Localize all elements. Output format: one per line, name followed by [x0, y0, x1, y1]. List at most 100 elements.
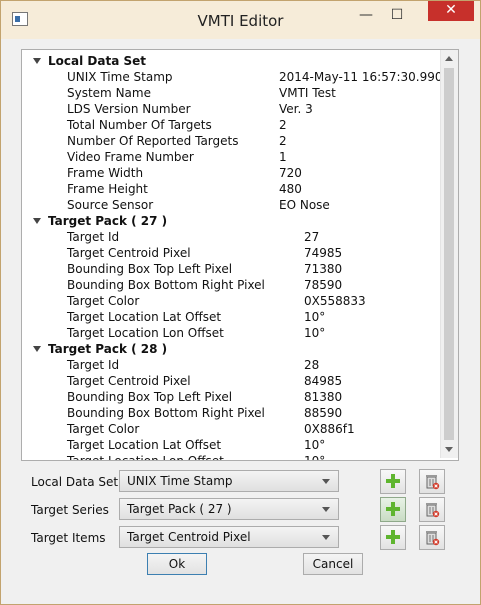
tree-row-value: 2	[279, 118, 287, 132]
title-bar: VMTI Editor — ☐ ✕	[1, 1, 480, 39]
target-series-selected: Target Pack ( 27 )	[127, 502, 232, 516]
close-button[interactable]: ✕	[428, 1, 474, 21]
tree-row-value: 2014-May-11 16:57:30.990	[279, 70, 443, 84]
tree-row-value: EO Nose	[279, 198, 330, 212]
tree-row-key: Target Color	[67, 422, 140, 436]
add-local-data-button[interactable]	[380, 469, 406, 494]
tree-row-value: 28	[304, 358, 320, 372]
tree-row-key: Bounding Box Top Left Pixel	[67, 390, 233, 404]
delete-target-series-button[interactable]	[419, 497, 445, 522]
expand-triangle-icon[interactable]	[33, 58, 41, 64]
tree-group-title: Target Pack ( 27 )	[48, 214, 168, 228]
tree-row-value: 10°	[304, 438, 326, 452]
tree-row[interactable]: Number Of Reported Targets 2	[22, 133, 440, 149]
tree-group-title: Target Pack ( 28 )	[48, 342, 168, 356]
tree-row-key: Frame Width	[67, 166, 144, 180]
tree-row-key: Target Id	[67, 358, 120, 372]
chevron-down-icon	[322, 507, 330, 512]
target-series-combo[interactable]: Target Pack ( 27 )	[119, 498, 339, 520]
tree-row-key: Number Of Reported Targets	[67, 134, 239, 148]
local-data-set-label: Local Data Set	[31, 475, 119, 489]
tree-row-key: System Name	[67, 86, 151, 100]
tree-row-key: Target Location Lat Offset	[67, 310, 222, 324]
vmti-editor-window: VMTI Editor — ☐ ✕ Local Data Set UNIX Tim…	[0, 0, 481, 605]
tree-row-value: 10°	[304, 454, 326, 461]
tree-row[interactable]: Target Location Lat Offset 10°	[22, 437, 440, 453]
delete-target-item-button[interactable]	[419, 525, 445, 550]
tree-row[interactable]: Bounding Box Bottom Right Pixel 78590	[22, 277, 440, 293]
tree-row-value: 2	[279, 134, 287, 148]
vertical-scrollbar[interactable]	[440, 50, 458, 458]
tree-row-key: Bounding Box Bottom Right Pixel	[67, 278, 265, 292]
tree-row[interactable]: Bounding Box Top Left Pixel 81380	[22, 389, 440, 405]
tree-row[interactable]: Target Location Lon Offset 10°	[22, 453, 440, 461]
local-data-set-combo[interactable]: UNIX Time Stamp	[119, 470, 339, 492]
tree-row-key: Total Number Of Targets	[67, 118, 212, 132]
tree-row-value: 81380	[304, 390, 343, 404]
tree-row-key: LDS Version Number	[67, 102, 191, 116]
scroll-thumb[interactable]	[444, 68, 454, 440]
delete-bin-icon	[426, 503, 440, 518]
tree-row[interactable]: Target Color 0X558833	[22, 293, 440, 309]
chevron-down-icon	[322, 535, 330, 540]
scroll-down-arrow-icon[interactable]	[445, 447, 453, 452]
tree-row-value: 10°	[304, 326, 326, 340]
tree-row[interactable]: Target Centroid Pixel 74985	[22, 245, 440, 261]
local-data-set-selected: UNIX Time Stamp	[127, 474, 233, 488]
tree-group-title: Local Data Set	[48, 54, 146, 68]
tree-row-key: Target Centroid Pixel	[67, 374, 191, 388]
chevron-down-icon	[322, 479, 330, 484]
tree-row-key: Target Location Lon Offset	[67, 454, 224, 461]
add-target-series-button[interactable]	[380, 497, 406, 522]
tree-row-key: Target Location Lat Offset	[67, 438, 222, 452]
target-items-selected: Target Centroid Pixel	[127, 530, 251, 544]
tree-row-value: 0X886f1	[304, 422, 355, 436]
tree-row[interactable]: UNIX Time Stamp 2014-May-11 16:57:30.990	[22, 69, 443, 85]
ok-button[interactable]: Ok	[147, 553, 207, 575]
add-target-item-button[interactable]	[380, 525, 406, 550]
tree-row-value: Ver. 3	[279, 102, 313, 116]
tree-row[interactable]: Frame Height 480	[22, 181, 440, 197]
tree-row-value: 88590	[304, 406, 343, 420]
target-items-combo[interactable]: Target Centroid Pixel	[119, 526, 339, 548]
vmti-tree-view[interactable]: Local Data Set UNIX Time Stamp 2014-May-11…	[21, 49, 459, 461]
plus-icon	[386, 474, 400, 488]
tree-row[interactable]: Source Sensor EO Nose	[22, 197, 440, 213]
cancel-button[interactable]: Cancel	[303, 553, 363, 575]
tree-row-key: Target Centroid Pixel	[67, 246, 191, 260]
tree-row-key: Target Id	[67, 230, 120, 244]
tree-row[interactable]: Total Number Of Targets 2	[22, 117, 440, 133]
tree-row[interactable]: Target Id 27	[22, 229, 440, 245]
tree-row-value: 1	[279, 150, 287, 164]
tree-row-key: Target Location Lon Offset	[67, 326, 224, 340]
minimize-button[interactable]: —	[353, 5, 379, 27]
tree-row[interactable]: Target Id 28	[22, 357, 440, 373]
tree-row[interactable]: Target Location Lat Offset 10°	[22, 309, 440, 325]
tree-row[interactable]: Bounding Box Bottom Right Pixel 88590	[22, 405, 440, 421]
tree-row[interactable]: Target Color 0X886f1	[22, 421, 440, 437]
tree-row[interactable]: Bounding Box Top Left Pixel 71380	[22, 261, 440, 277]
tree-row[interactable]: Frame Width 720	[22, 165, 440, 181]
tree-row[interactable]: System Name VMTI Test	[22, 85, 440, 101]
maximize-button[interactable]: ☐	[384, 5, 410, 27]
scroll-up-arrow-icon[interactable]	[445, 56, 453, 61]
tree-row[interactable]: Target Centroid Pixel 84985	[22, 373, 440, 389]
tree-row-value: 10°	[304, 310, 326, 324]
tree-row-value: VMTI Test	[279, 86, 336, 100]
tree-row[interactable]: Video Frame Number 1	[22, 149, 440, 165]
tree-row-value: 27	[304, 230, 320, 244]
expand-triangle-icon[interactable]	[33, 218, 41, 224]
tree-row-key: Frame Height	[67, 182, 148, 196]
target-series-label: Target Series	[31, 503, 109, 517]
tree-row[interactable]: Target Location Lon Offset 10°	[22, 325, 440, 341]
tree-row-value: 480	[279, 182, 302, 196]
tree-row[interactable]: LDS Version Number Ver. 3	[22, 101, 440, 117]
delete-bin-icon	[426, 531, 440, 546]
target-items-label: Target Items	[31, 531, 106, 545]
tree-row-value: 71380	[304, 262, 343, 276]
tree-row-key: Source Sensor	[67, 198, 154, 212]
expand-triangle-icon[interactable]	[33, 346, 41, 352]
tree-row-key: Target Color	[67, 294, 140, 308]
tree-row-key: UNIX Time Stamp	[67, 70, 173, 84]
delete-local-data-button[interactable]	[419, 469, 445, 494]
